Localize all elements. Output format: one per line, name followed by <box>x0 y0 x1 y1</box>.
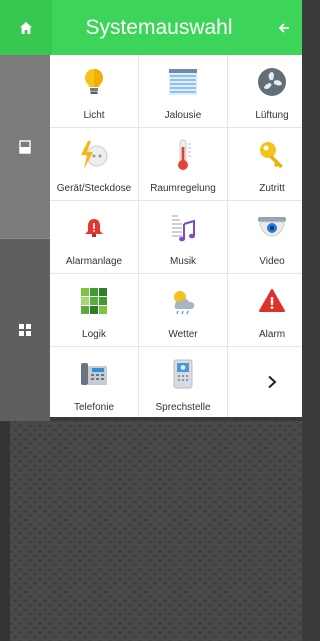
tile-label: Zutritt <box>259 183 285 194</box>
back-button[interactable] <box>266 0 302 55</box>
system-grid: Licht Jalousie Lüftung Gerät/Steckdose R… <box>50 55 302 417</box>
tile-geraet-steckdose[interactable]: Gerät/Steckdose <box>50 128 138 200</box>
fan-icon <box>258 68 286 96</box>
intercom-icon <box>173 359 193 389</box>
empty-content-area <box>10 421 302 641</box>
sidebar-item-grid[interactable] <box>0 239 50 421</box>
tile-label: Alarmanlage <box>65 256 123 267</box>
alarm-bell-icon <box>85 219 103 237</box>
tile-sprechstelle[interactable]: Sprechstelle <box>139 347 227 417</box>
tile-raumregelung[interactable]: Raumregelung <box>139 128 227 200</box>
tile-label: Gerät/Steckdose <box>56 183 132 194</box>
tile-lueftung[interactable]: Lüftung <box>228 55 302 127</box>
tile-label: Sprechstelle <box>155 402 211 413</box>
chevron-right-icon <box>268 375 277 389</box>
sidebar-item-single-device[interactable] <box>0 55 50 238</box>
next-page-button[interactable] <box>228 347 302 417</box>
key-icon <box>260 142 283 168</box>
logic-blocks-icon <box>81 288 107 314</box>
single-device-icon <box>19 139 31 154</box>
header-bar: Systemauswahl <box>0 0 302 55</box>
tile-alarmanlage[interactable]: Alarmanlage <box>50 201 138 273</box>
tile-wetter[interactable]: Wetter <box>139 274 227 346</box>
tile-label: Raumregelung <box>150 183 216 194</box>
grid-icon <box>19 324 31 336</box>
tile-telefonie[interactable]: Telefonie <box>50 347 138 417</box>
tile-licht[interactable]: Licht <box>50 55 138 127</box>
home-button[interactable] <box>0 0 52 55</box>
music-note-icon <box>172 215 195 242</box>
desk-phone-icon <box>81 363 107 385</box>
tile-label: Video <box>259 256 285 267</box>
tile-label: Wetter <box>168 329 198 340</box>
home-icon <box>20 21 32 34</box>
sidebar <box>0 55 50 421</box>
weather-icon <box>174 291 195 315</box>
empty-sidebar-area <box>0 421 10 641</box>
tile-label: Telefonie <box>73 402 115 413</box>
lightbulb-icon <box>85 69 103 94</box>
tile-zutritt[interactable]: Zutritt <box>228 128 302 200</box>
arrow-left-icon <box>278 22 289 33</box>
tile-jalousie[interactable]: Jalousie <box>139 55 227 127</box>
tile-logik[interactable]: Logik <box>50 274 138 346</box>
tile-label: Jalousie <box>164 110 202 121</box>
tile-label: Logik <box>82 329 106 340</box>
tile-musik[interactable]: Musik <box>139 201 227 273</box>
tile-label: Licht <box>83 110 105 121</box>
warning-icon <box>259 289 285 312</box>
tile-label: Musik <box>169 256 197 267</box>
thermometer-icon <box>178 139 191 170</box>
security-camera-icon <box>258 217 286 237</box>
blind-icon <box>169 69 197 95</box>
plug-socket-icon <box>81 141 108 169</box>
tile-label: Alarm <box>258 329 286 340</box>
tile-video[interactable]: Video <box>228 201 302 273</box>
tile-alarm[interactable]: Alarm <box>228 274 302 346</box>
tile-label: Lüftung <box>255 110 289 121</box>
page-title: Systemauswahl <box>85 15 233 39</box>
